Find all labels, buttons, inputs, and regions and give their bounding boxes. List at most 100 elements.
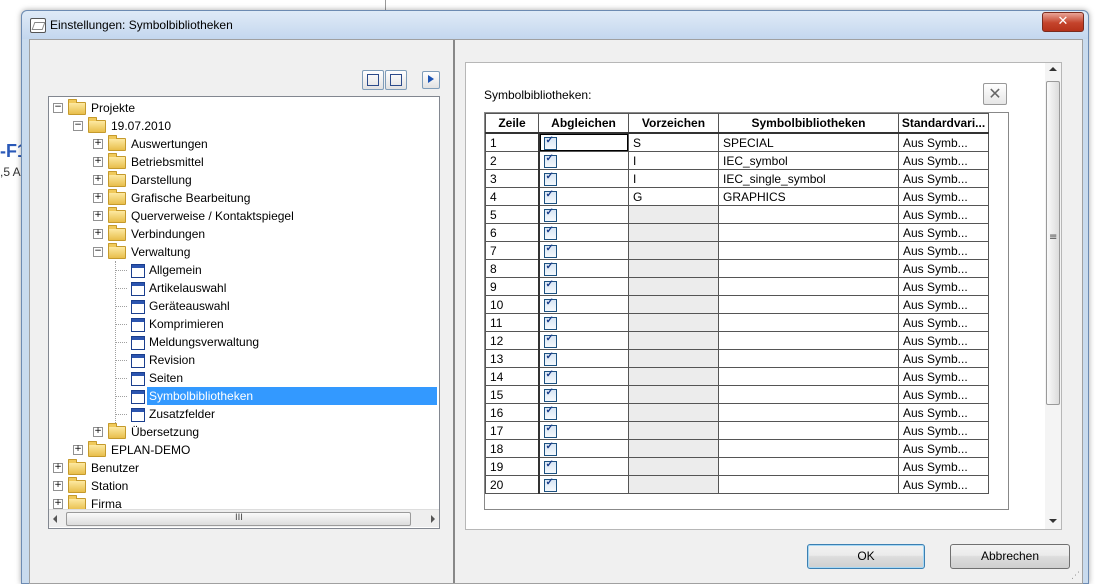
tree-item[interactable]: + Übersetzung xyxy=(49,423,439,441)
dialog-titlebar[interactable]: Einstellungen: Symbolbibliotheken ✕ xyxy=(22,11,1088,39)
scroll-down-icon[interactable] xyxy=(1049,519,1057,523)
abgleichen-cell[interactable] xyxy=(538,367,629,386)
abgleichen-cell[interactable] xyxy=(538,223,629,242)
tree-item[interactable]: + Verbindungen xyxy=(49,225,439,243)
expand-icon[interactable]: + xyxy=(73,445,83,455)
symbolbibliothek-cell[interactable]: GRAPHICS xyxy=(718,187,899,206)
table-row[interactable]: 12 Aus Symb... xyxy=(485,331,989,350)
table-row[interactable]: 4 GGRAPHICSAus Symb... xyxy=(485,187,989,206)
standardvariante-cell[interactable]: Aus Symb... xyxy=(898,439,989,458)
resize-grip-icon[interactable]: ⋰ xyxy=(1071,571,1080,581)
abgleichen-checkbox[interactable] xyxy=(543,333,557,348)
vorzeichen-cell[interactable] xyxy=(628,367,719,386)
vorzeichen-cell[interactable] xyxy=(628,331,719,350)
abgleichen-cell[interactable] xyxy=(538,241,629,260)
row-number-cell[interactable]: 10 xyxy=(485,295,540,314)
expand-icon[interactable]: + xyxy=(93,229,103,239)
table-row[interactable]: 15 Aus Symb... xyxy=(485,385,989,404)
abgleichen-checkbox[interactable] xyxy=(543,423,557,438)
tree-item[interactable]: + Querverweise / Kontaktspiegel xyxy=(49,207,439,225)
symbolbibliothek-cell[interactable] xyxy=(718,421,899,440)
abgleichen-checkbox[interactable] xyxy=(543,477,557,492)
abgleichen-cell[interactable] xyxy=(538,295,629,314)
tree-item[interactable]: − Projekte xyxy=(49,99,439,117)
standardvariante-cell[interactable]: Aus Symb... xyxy=(898,277,989,296)
tree-item[interactable]: + EPLAN-DEMO xyxy=(49,441,439,459)
tree-item[interactable]: Symbolbibliotheken xyxy=(49,387,439,405)
column-header-zeile[interactable]: Zeile xyxy=(485,113,539,134)
row-number-cell[interactable]: 17 xyxy=(485,421,540,440)
vorzeichen-cell[interactable] xyxy=(628,457,719,476)
expand-icon[interactable]: + xyxy=(93,211,103,221)
abgleichen-cell[interactable] xyxy=(538,457,629,476)
clear-button[interactable]: ✕ xyxy=(983,83,1007,105)
row-number-cell[interactable]: 18 xyxy=(485,439,540,458)
settings-tree[interactable]: − Projekte −19.07.2010 + Auswertungen + Betrie… xyxy=(48,96,440,529)
vorzeichen-cell[interactable] xyxy=(628,223,719,242)
abgleichen-checkbox[interactable] xyxy=(543,351,557,366)
tree-item[interactable]: Zusatzfelder xyxy=(49,405,439,423)
row-number-cell[interactable]: 20 xyxy=(485,475,540,494)
abgleichen-cell[interactable] xyxy=(538,421,629,440)
abgleichen-cell[interactable] xyxy=(538,151,629,170)
tree-item[interactable]: Artikelauswahl xyxy=(49,279,439,297)
tree-item[interactable]: + Benutzer xyxy=(49,459,439,477)
symbolbibliothek-cell[interactable] xyxy=(718,295,899,314)
standardvariante-cell[interactable]: Aus Symb... xyxy=(898,259,989,278)
row-number-cell[interactable]: 14 xyxy=(485,367,540,386)
symbolbibliothek-cell[interactable] xyxy=(718,349,899,368)
table-row[interactable]: 6 Aus Symb... xyxy=(485,223,989,242)
standardvariante-cell[interactable]: Aus Symb... xyxy=(898,331,989,350)
column-header-abgleichen[interactable]: Abgleichen xyxy=(538,113,629,134)
abgleichen-cell[interactable] xyxy=(538,403,629,422)
symbolbibliothek-cell[interactable] xyxy=(718,439,899,458)
symbolbibliothek-cell[interactable] xyxy=(718,367,899,386)
ok-button[interactable]: OK xyxy=(807,544,925,569)
expand-icon[interactable]: + xyxy=(93,157,103,167)
column-header-symbolbibliotheken[interactable]: Symbolbibliotheken xyxy=(718,113,899,134)
symbolbibliothek-cell[interactable] xyxy=(718,403,899,422)
table-row[interactable]: 10 Aus Symb... xyxy=(485,295,989,314)
standardvariante-cell[interactable]: Aus Symb... xyxy=(898,457,989,476)
abgleichen-cell[interactable] xyxy=(538,439,629,458)
abgleichen-checkbox[interactable] xyxy=(543,405,557,420)
standardvariante-cell[interactable]: Aus Symb... xyxy=(898,151,989,170)
standardvariante-cell[interactable]: Aus Symb... xyxy=(898,187,989,206)
row-number-cell[interactable]: 2 xyxy=(485,151,540,170)
abgleichen-checkbox[interactable] xyxy=(543,261,557,276)
expand-panel-button[interactable] xyxy=(385,70,407,90)
row-number-cell[interactable]: 12 xyxy=(485,331,540,350)
row-number-cell[interactable]: 4 xyxy=(485,187,540,206)
abgleichen-checkbox[interactable] xyxy=(543,207,557,222)
tree-item[interactable]: Geräteauswahl xyxy=(49,297,439,315)
vorzeichen-cell[interactable] xyxy=(628,259,719,278)
vorzeichen-cell[interactable] xyxy=(628,421,719,440)
expand-icon[interactable]: + xyxy=(53,463,63,473)
vorzeichen-cell[interactable] xyxy=(628,385,719,404)
abgleichen-checkbox[interactable] xyxy=(543,225,557,240)
standardvariante-cell[interactable]: Aus Symb... xyxy=(898,132,989,152)
standardvariante-cell[interactable]: Aus Symb... xyxy=(898,169,989,188)
abgleichen-checkbox[interactable] xyxy=(543,297,557,312)
tree-item[interactable]: − Verwaltung xyxy=(49,243,439,261)
vorzeichen-cell[interactable] xyxy=(628,439,719,458)
row-number-cell[interactable]: 9 xyxy=(485,277,540,296)
vorzeichen-cell[interactable] xyxy=(628,205,719,224)
table-row[interactable]: 9 Aus Symb... xyxy=(485,277,989,296)
standardvariante-cell[interactable]: Aus Symb... xyxy=(898,403,989,422)
tree-item[interactable]: Seiten xyxy=(49,369,439,387)
abgleichen-checkbox[interactable] xyxy=(543,135,557,150)
table-row[interactable]: 3 IIEC_single_symbolAus Symb... xyxy=(485,169,989,188)
standardvariante-cell[interactable]: Aus Symb... xyxy=(898,205,989,224)
symbolbibliothek-cell[interactable] xyxy=(718,457,899,476)
pane-splitter[interactable] xyxy=(453,40,455,583)
scroll-left-icon[interactable] xyxy=(53,515,57,523)
tree-item[interactable]: Revision xyxy=(49,351,439,369)
abgleichen-checkbox[interactable] xyxy=(543,315,557,330)
row-number-cell[interactable]: 7 xyxy=(485,241,540,260)
abgleichen-checkbox[interactable] xyxy=(543,171,557,186)
abgleichen-cell[interactable] xyxy=(538,169,629,188)
row-number-cell[interactable]: 5 xyxy=(485,205,540,224)
abgleichen-cell[interactable] xyxy=(538,475,629,494)
abgleichen-checkbox[interactable] xyxy=(543,279,557,294)
